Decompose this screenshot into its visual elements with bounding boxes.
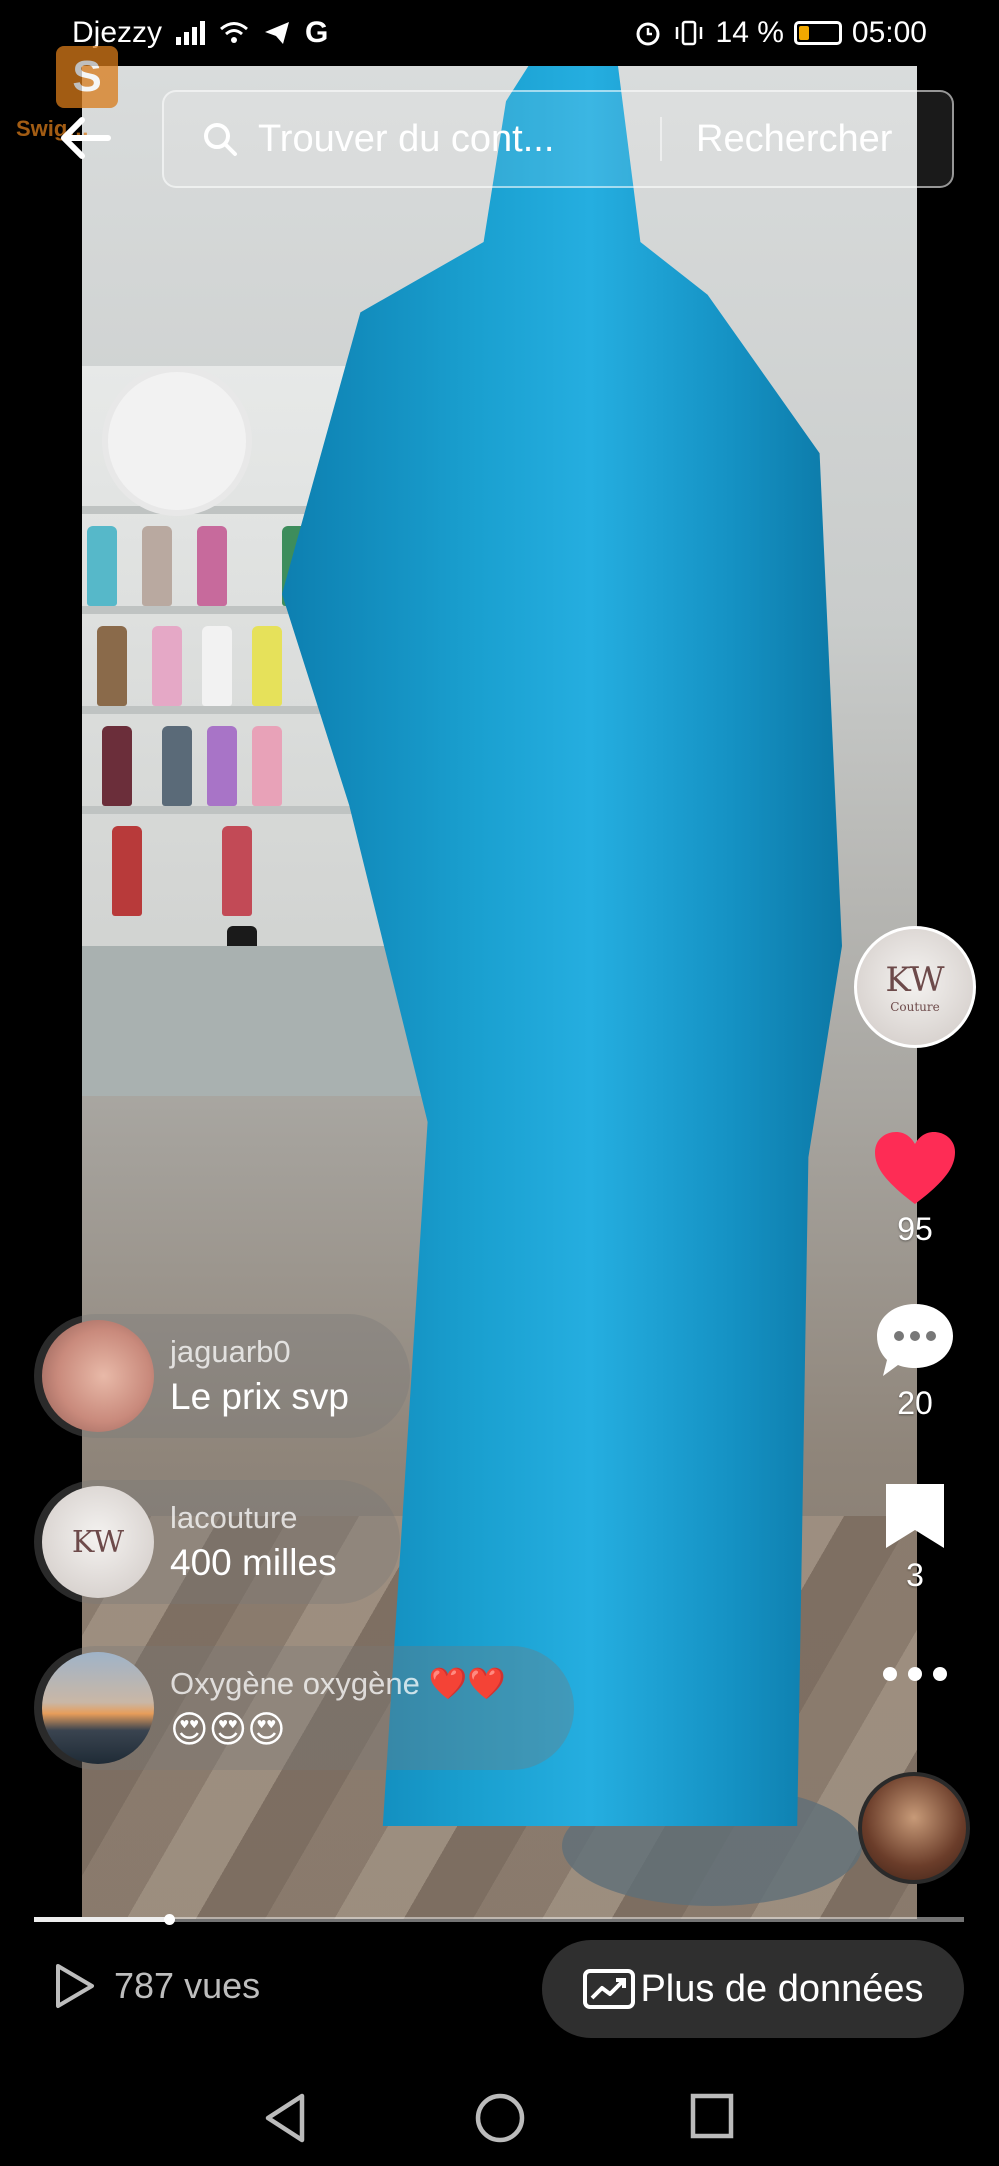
clock: 05:00 [851,16,927,49]
search-button[interactable]: Rechercher [696,118,892,161]
progress-knob[interactable] [163,1914,175,1925]
comment-bubble-icon [877,1304,953,1376]
comment-username: lacouture [170,1500,298,1535]
carrier-label: Djezzy [72,16,163,49]
nav-home-icon[interactable] [474,2092,526,2144]
alarm-icon [636,22,660,46]
telegram-icon [265,22,290,44]
comment-text: 400 milles [170,1542,337,1583]
live-comment[interactable]: Oxygène oxygène ❤️❤️ 😍😍😍 [34,1646,574,1770]
comment-count: 20 [897,1385,933,1421]
more-options-button[interactable] [870,1664,960,1689]
comment-button[interactable]: 20 [870,1300,960,1422]
google-icon: G [305,16,329,49]
save-button[interactable]: 3 [870,1480,960,1594]
video-progress-bar[interactable] [34,1914,964,1925]
heart-icon [875,1132,955,1204]
search-divider [660,117,662,161]
back-arrow-icon[interactable] [56,108,116,168]
bookmark-icon [886,1484,944,1548]
battery-percent: 14 % [715,16,784,49]
search-icon [204,123,237,156]
creator-avatar[interactable]: KW Couture [854,926,976,1048]
save-count: 3 [906,1557,924,1593]
play-icon [56,1964,94,2008]
live-comment[interactable]: KW lacouture 400 milles [34,1480,400,1604]
view-count: 787 vues [52,1962,260,2010]
music-disc-avatar[interactable] [858,1772,970,1884]
vibrate-icon [675,20,702,46]
search-input[interactable]: Trouver du cont... [258,118,648,161]
more-dots-icon [883,1667,947,1681]
wifi-icon [220,22,248,43]
signal-icon [176,21,206,45]
commenter-avatar [42,1320,154,1432]
like-count: 95 [897,1211,933,1247]
video-frame[interactable] [82,66,917,1919]
commenter-avatar-badge: KW [71,1524,125,1560]
battery-icon [793,21,842,45]
analytics-chart-icon [583,1969,636,2009]
search-bar[interactable]: Trouver du cont... Rechercher [162,90,954,188]
commenter-avatar [42,1652,154,1764]
nav-recents-icon[interactable] [690,2092,734,2140]
commenter-avatar: KW [42,1486,154,1598]
creator-badge-sub: Couture [890,1000,940,1014]
comment-text: 😍😍😍 [170,1709,286,1750]
progress-fill [34,1917,169,1922]
live-comment[interactable]: jaguarb0 Le prix svp [34,1314,410,1438]
nav-back-icon[interactable] [262,2092,308,2144]
comment-username: jaguarb0 [170,1334,291,1369]
kw-logo-sign [102,366,252,516]
more-data-button[interactable]: Plus de données [542,1940,964,2038]
creator-badge: KW [885,960,945,1000]
comment-username: Oxygène oxygène ❤️❤️ [170,1666,506,1701]
hearts-emoji: ❤️❤️ [428,1666,506,1701]
views-label: 787 vues [114,1965,261,2006]
more-data-label: Plus de données [640,1967,924,2010]
like-button[interactable]: 95 [870,1130,960,1248]
comment-text: Le prix svp [170,1376,349,1417]
